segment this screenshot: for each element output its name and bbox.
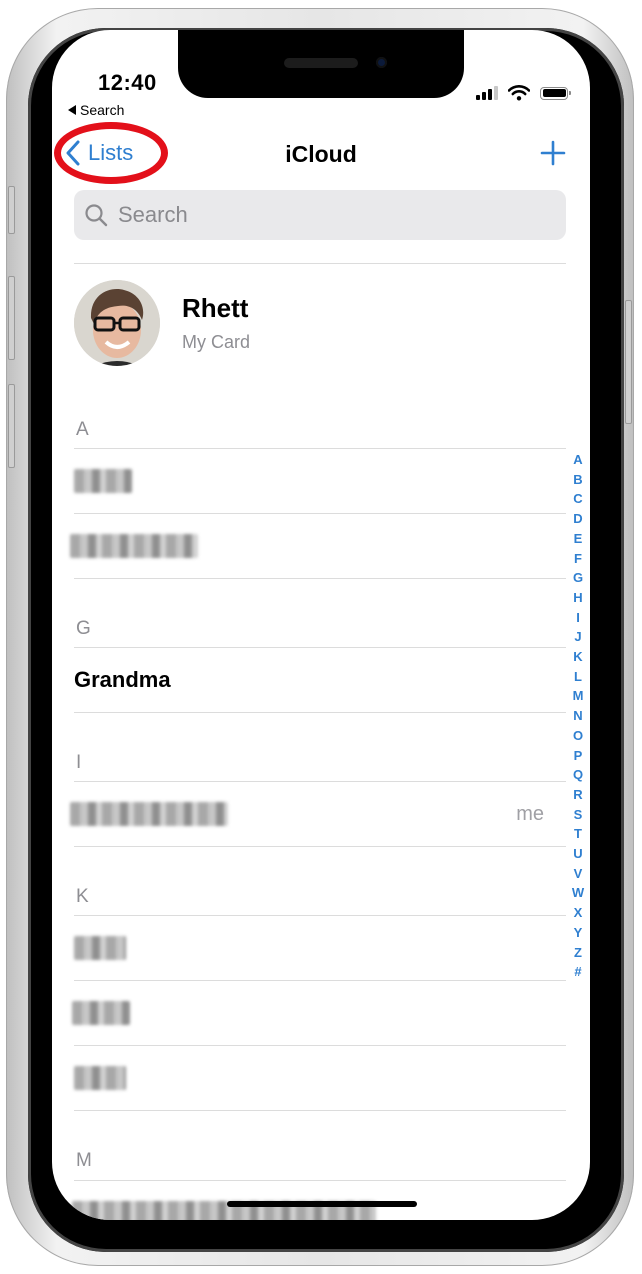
index-letter[interactable]: V xyxy=(574,864,583,884)
volume-down-button xyxy=(8,384,15,468)
index-letter[interactable]: F xyxy=(574,549,582,569)
index-letter[interactable]: D xyxy=(573,509,582,529)
index-letter[interactable]: Z xyxy=(574,943,582,963)
contact-row[interactable] xyxy=(74,1046,544,1110)
status-icons xyxy=(476,85,571,101)
avatar xyxy=(74,280,160,366)
silent-switch xyxy=(8,186,15,234)
redacted-contact-name xyxy=(74,1066,126,1090)
back-triangle-icon xyxy=(68,105,76,115)
index-letter[interactable]: C xyxy=(573,489,582,509)
my-card[interactable]: Rhett My Card xyxy=(74,278,566,368)
page-title: iCloud xyxy=(285,141,357,167)
index-letter[interactable]: H xyxy=(573,588,582,608)
wifi-icon xyxy=(508,85,530,101)
index-letter[interactable]: G xyxy=(573,568,583,588)
side-button xyxy=(625,300,632,424)
contact-row[interactable] xyxy=(72,981,544,1045)
index-letter[interactable]: X xyxy=(574,903,583,923)
index-letter[interactable]: A xyxy=(573,450,582,470)
my-card-name: Rhett xyxy=(182,293,249,323)
index-letter[interactable]: U xyxy=(573,844,582,864)
contact-row[interactable] xyxy=(70,514,544,578)
battery-icon xyxy=(540,86,571,100)
index-letter[interactable]: Q xyxy=(573,765,583,785)
section-header-i: I xyxy=(76,752,82,773)
me-tag: me xyxy=(516,802,544,825)
back-to-app-link[interactable]: Search xyxy=(68,102,124,118)
redacted-contact-name xyxy=(70,802,228,826)
index-letter[interactable]: K xyxy=(573,647,582,667)
section-header-g: G xyxy=(76,618,91,639)
alphabet-index[interactable]: A B C D E F G H I J K L M N O P Q R S T U V W X Y Z # xyxy=(570,450,586,982)
contact-name: Grandma xyxy=(74,667,171,692)
index-letter[interactable]: O xyxy=(573,726,583,746)
redacted-contact-name xyxy=(70,534,198,558)
index-letter[interactable]: E xyxy=(574,529,583,549)
search-input[interactable] xyxy=(116,201,520,229)
contacts-screen: 12:40 Search Lists iCloud Search Rhett M… xyxy=(52,30,590,1220)
index-letter[interactable]: R xyxy=(573,785,582,805)
index-letter[interactable]: S xyxy=(574,805,583,825)
divider xyxy=(74,578,566,579)
contact-row-me[interactable]: me xyxy=(70,782,566,846)
index-letter[interactable]: J xyxy=(574,627,581,647)
redacted-contact-name xyxy=(74,936,126,960)
index-letter[interactable]: I xyxy=(576,608,580,628)
divider xyxy=(74,712,566,713)
divider xyxy=(74,846,566,847)
cellular-signal-icon xyxy=(476,86,498,100)
redacted-contact-name xyxy=(74,469,132,493)
index-letter[interactable]: N xyxy=(573,706,582,726)
notch xyxy=(178,30,464,98)
search-icon xyxy=(85,204,108,227)
index-letter[interactable]: L xyxy=(574,667,582,687)
volume-up-button xyxy=(8,276,15,360)
index-letter[interactable]: # xyxy=(574,962,581,982)
home-indicator[interactable] xyxy=(227,1201,417,1207)
contact-row[interactable] xyxy=(74,449,544,513)
status-time: 12:40 xyxy=(98,70,157,95)
section-header-a: A xyxy=(76,419,89,440)
front-camera xyxy=(376,57,387,68)
divider xyxy=(74,1110,566,1111)
back-to-app-label: Search xyxy=(80,102,125,118)
contact-row[interactable] xyxy=(74,916,544,980)
add-contact-button[interactable] xyxy=(540,140,566,166)
avatar-photo xyxy=(74,280,160,366)
contact-row-grandma[interactable]: Grandma xyxy=(74,648,544,712)
section-header-k: K xyxy=(76,886,89,907)
section-header-m: M xyxy=(76,1150,92,1171)
my-card-subtitle: My Card xyxy=(182,332,251,352)
index-letter[interactable]: T xyxy=(574,824,582,844)
index-letter[interactable]: B xyxy=(573,470,582,490)
index-letter[interactable]: P xyxy=(574,746,583,766)
redacted-contact-name xyxy=(72,1001,130,1025)
search-field[interactable] xyxy=(74,190,566,240)
speaker-grille xyxy=(284,58,358,68)
index-letter[interactable]: Y xyxy=(574,923,583,943)
divider xyxy=(74,263,566,264)
index-letter[interactable]: M xyxy=(573,686,584,706)
index-letter[interactable]: W xyxy=(572,883,584,903)
